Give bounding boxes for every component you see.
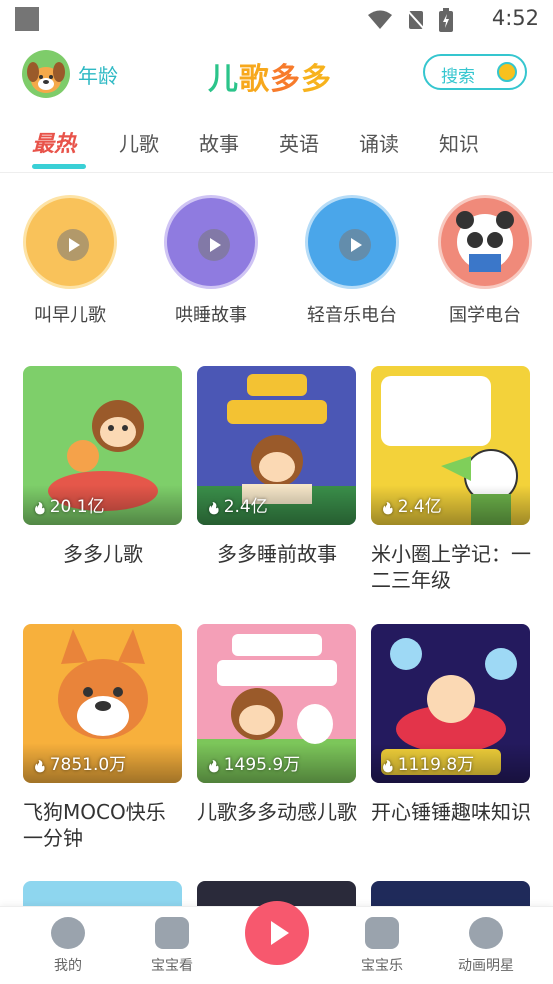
category-tabs: 最热 儿歌 故事 英语 诵读 知识 bbox=[0, 112, 553, 173]
album-thumbnail: 1495.9万 bbox=[197, 624, 356, 783]
album-card[interactable]: 2.4亿 米小圈上学记：一二三年级 bbox=[371, 366, 531, 593]
album-thumbnail: 1119.8万 bbox=[371, 624, 530, 783]
album-card[interactable]: 20.1亿 多多儿歌 bbox=[23, 366, 183, 567]
play-icon bbox=[198, 229, 230, 261]
channel-label: 轻音乐电台 bbox=[307, 305, 397, 326]
puzzle-icon bbox=[365, 917, 399, 949]
active-tab-indicator bbox=[32, 164, 86, 169]
nav-label: 宝宝乐 bbox=[361, 958, 403, 974]
nav-stars[interactable]: 动画明星 bbox=[446, 917, 526, 975]
tab-stories[interactable]: 故事 bbox=[199, 128, 239, 157]
tv-play-icon bbox=[155, 917, 189, 949]
channel-classics[interactable]: 国学电台 bbox=[437, 195, 533, 327]
album-title: 多多睡前故事 bbox=[217, 542, 337, 566]
nav-label: 动画明星 bbox=[458, 958, 514, 974]
no-sim-icon bbox=[407, 9, 425, 31]
dog-avatar-icon[interactable] bbox=[22, 50, 70, 98]
moon-sleep-icon bbox=[164, 195, 258, 289]
status-time: 4:52 bbox=[491, 6, 539, 30]
channel-light-music[interactable]: 轻音乐电台 bbox=[304, 195, 400, 327]
album-card[interactable]: 1119.8万 开心锤锤趣味知识 bbox=[371, 624, 531, 825]
bottom-navigation: 我的 宝宝看 宝宝乐 动画明星 bbox=[0, 901, 553, 984]
play-icon bbox=[57, 229, 89, 261]
monkey-face-icon bbox=[51, 917, 85, 949]
album-thumbnail: 7851.0万 bbox=[23, 624, 182, 783]
tab-hot[interactable]: 最热 bbox=[32, 126, 76, 158]
tab-knowledge[interactable]: 知识 bbox=[439, 128, 479, 157]
album-thumbnail: 20.1亿 bbox=[23, 366, 182, 525]
play-count: 7851.0万 bbox=[33, 750, 126, 775]
album-card[interactable]: 1495.9万 儿歌多多动感儿歌 bbox=[197, 624, 357, 825]
channel-wake-songs[interactable]: 叫早儿歌 bbox=[22, 195, 118, 327]
album-card[interactable]: 7851.0万 飞狗MOCO快乐一分钟 bbox=[23, 624, 183, 851]
nav-label: 我的 bbox=[54, 958, 82, 974]
album-thumbnail: 2.4亿 bbox=[371, 366, 530, 525]
bunny-music-icon bbox=[23, 195, 117, 289]
search-icon bbox=[497, 62, 517, 82]
album-card[interactable]: 2.4亿 多多睡前故事 bbox=[197, 366, 357, 567]
album-thumbnail-partial[interactable] bbox=[23, 881, 182, 907]
tab-english[interactable]: 英语 bbox=[279, 128, 319, 157]
play-icon bbox=[339, 229, 371, 261]
nav-label: 宝宝看 bbox=[151, 958, 193, 974]
search-button[interactable]: 搜索 bbox=[423, 54, 527, 90]
status-bar: 4:52 bbox=[0, 0, 553, 38]
status-icons bbox=[367, 8, 453, 32]
panda-book-icon bbox=[438, 195, 532, 289]
album-title: 儿歌多多动感儿歌 bbox=[197, 800, 357, 824]
play-count: 2.4亿 bbox=[381, 492, 442, 517]
star-bear-icon bbox=[469, 917, 503, 949]
channel-label: 哄睡故事 bbox=[175, 305, 247, 326]
play-count: 20.1亿 bbox=[33, 492, 105, 517]
age-selector[interactable]: 年龄 bbox=[78, 60, 118, 89]
notification-icon bbox=[15, 7, 39, 31]
app-bar: 年龄 儿歌多多 搜索 bbox=[0, 40, 553, 110]
nav-mine[interactable]: 我的 bbox=[28, 917, 108, 975]
battery-icon bbox=[439, 8, 453, 32]
play-count: 1495.9万 bbox=[207, 750, 300, 775]
play-button[interactable] bbox=[245, 901, 309, 965]
album-thumbnail-partial[interactable] bbox=[371, 881, 530, 907]
logo-text: 儿歌多多 bbox=[208, 54, 332, 98]
nav-music[interactable]: 宝宝乐 bbox=[342, 917, 422, 975]
album-title: 开心锤锤趣味知识 bbox=[371, 800, 531, 824]
nav-watch[interactable]: 宝宝看 bbox=[132, 917, 212, 975]
search-label: 搜索 bbox=[441, 67, 475, 87]
album-title: 多多儿歌 bbox=[63, 542, 143, 566]
channel-label: 国学电台 bbox=[449, 305, 521, 326]
play-count: 1119.8万 bbox=[381, 750, 474, 775]
channel-label: 叫早儿歌 bbox=[34, 305, 106, 326]
play-count: 2.4亿 bbox=[207, 492, 268, 517]
tab-recite[interactable]: 诵读 bbox=[359, 128, 399, 157]
album-title: 米小圈上学记：一二三年级 bbox=[371, 542, 531, 592]
channel-sleep-stories[interactable]: 哄睡故事 bbox=[163, 195, 259, 327]
app-logo: 儿歌多多 bbox=[208, 54, 332, 98]
tab-songs[interactable]: 儿歌 bbox=[119, 128, 159, 157]
album-title: 飞狗MOCO快乐一分钟 bbox=[23, 800, 166, 850]
wifi-icon bbox=[368, 10, 392, 29]
album-thumbnail: 2.4亿 bbox=[197, 366, 356, 525]
gramophone-icon bbox=[305, 195, 399, 289]
